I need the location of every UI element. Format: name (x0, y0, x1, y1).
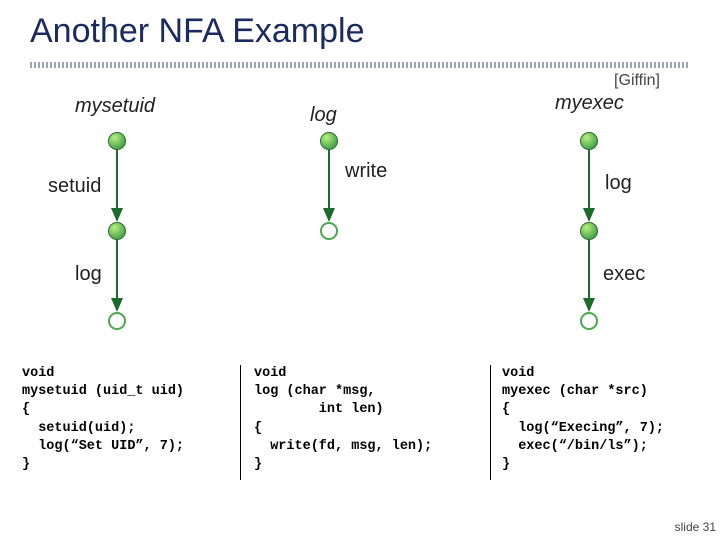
code-mysetuid: void mysetuid (uid_t uid) { setuid(uid);… (22, 365, 184, 474)
code-log: void log (char *msg, int len) { write(fd… (254, 365, 432, 474)
header-log: log (310, 104, 337, 127)
title-underline (30, 62, 690, 68)
node-mysetuid-start (108, 132, 126, 150)
node-mysetuid-mid (108, 222, 126, 240)
node-log-start (320, 132, 338, 150)
node-myexec-mid (580, 222, 598, 240)
code-divider-2 (490, 365, 491, 480)
code-myexec: void myexec (char *src) { log(“Execing”,… (502, 365, 664, 474)
node-log-end (320, 222, 338, 240)
slide-number: slide 31 (675, 520, 716, 534)
slide-title: Another NFA Example (30, 12, 365, 51)
edge-label-log-right: log (605, 172, 632, 195)
node-myexec-start (580, 132, 598, 150)
edge-label-setuid: setuid (48, 175, 101, 198)
edge-label-write: write (345, 160, 387, 183)
node-myexec-end (580, 312, 598, 330)
header-myexec: myexec (555, 92, 624, 115)
header-mysetuid: mysetuid (75, 95, 155, 118)
edge-label-log-left: log (75, 263, 102, 286)
node-mysetuid-end (108, 312, 126, 330)
citation: [Giffin] (614, 72, 660, 90)
code-divider-1 (240, 365, 241, 480)
edge-label-exec: exec (603, 263, 645, 286)
